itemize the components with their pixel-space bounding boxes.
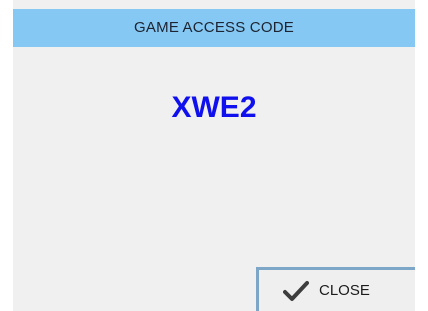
game-access-code-dialog: GAME ACCESS CODE XWE2 CLOSE bbox=[13, 0, 415, 311]
close-button-label: CLOSE bbox=[319, 282, 370, 299]
checkmark-icon bbox=[283, 279, 309, 303]
dialog-title: GAME ACCESS CODE bbox=[13, 9, 415, 47]
access-code-value: XWE2 bbox=[171, 91, 257, 124]
close-button[interactable]: CLOSE bbox=[256, 267, 415, 311]
